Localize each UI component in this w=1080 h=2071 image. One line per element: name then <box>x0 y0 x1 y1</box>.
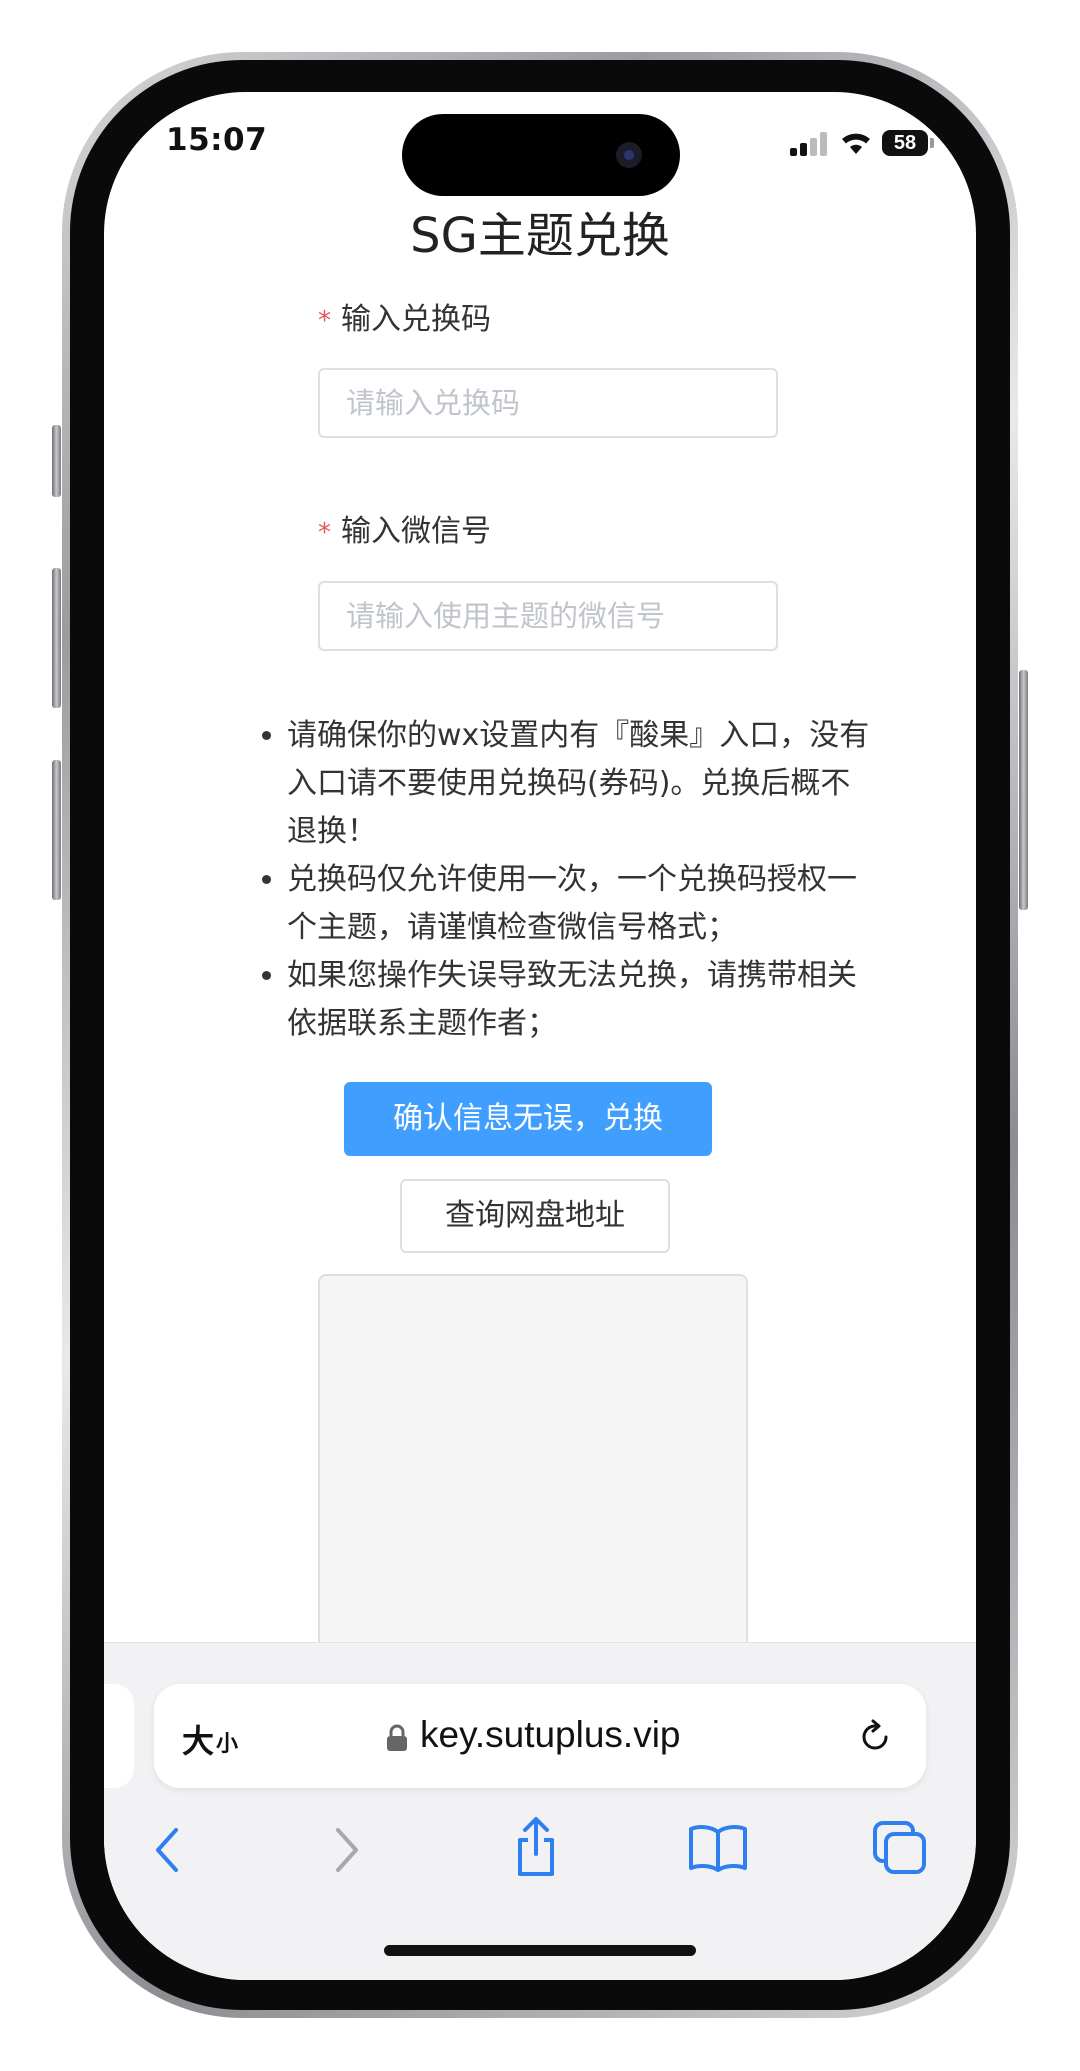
code-label: * 输入兑换码 <box>318 294 491 338</box>
notice-item: 如果您操作失误导致无法兑换，请携带相关依据联系主题作者； <box>287 952 872 1048</box>
battery-icon: 58 <box>882 130 928 156</box>
notice-list: 请确保你的wx设置内有『酸果』入口，没有入口请不要使用兑换码(券码)。兑换后概不… <box>252 712 872 1048</box>
front-camera <box>616 142 642 168</box>
code-input[interactable]: 请输入兑换码 <box>318 368 778 438</box>
wechat-input[interactable]: 请输入使用主题的微信号 <box>318 581 778 651</box>
tabs-icon[interactable] <box>872 1820 928 1876</box>
power-button <box>1019 670 1028 910</box>
share-icon[interactable] <box>512 1816 560 1878</box>
notice-item: 兑换码仅允许使用一次，一个兑换码授权一个主题，请谨慎检查微信号格式； <box>287 856 872 952</box>
result-preview-box <box>318 1274 748 1694</box>
phone-screen: 15:07 58 SG主题兑换 * 输入兑换码 请输入兑换码 * 输入微信号 请输入… <box>104 92 976 1980</box>
volume-up-button <box>52 568 61 708</box>
wifi-icon <box>842 133 870 154</box>
forward-icon[interactable] <box>330 1826 362 1874</box>
code-label-text: 输入兑换码 <box>341 302 491 337</box>
required-mark: * <box>318 306 331 336</box>
confirm-redeem-button[interactable]: 确认信息无误，兑换 <box>344 1082 712 1156</box>
wechat-label: * 输入微信号 <box>318 506 491 550</box>
home-indicator[interactable] <box>384 1945 696 1956</box>
notice-item: 请确保你的wx设置内有『酸果』入口，没有入口请不要使用兑换码(券码)。兑换后概不… <box>287 712 872 856</box>
previous-tab-peek[interactable] <box>104 1684 134 1788</box>
cellular-signal-icon <box>790 132 828 156</box>
status-time: 15:07 <box>166 122 268 158</box>
reload-icon[interactable] <box>856 1718 894 1756</box>
text-size-button-small: 小 <box>216 1732 239 1757</box>
battery-nub <box>930 138 934 148</box>
query-disk-button[interactable]: 查询网盘地址 <box>400 1179 670 1253</box>
wechat-input-placeholder: 请输入使用主题的微信号 <box>346 599 666 633</box>
code-input-placeholder: 请输入兑换码 <box>346 386 521 420</box>
wechat-label-text: 输入微信号 <box>341 514 491 549</box>
url-text[interactable]: key.sutuplus.vip <box>420 1714 681 1756</box>
back-icon[interactable] <box>152 1826 184 1874</box>
required-mark: * <box>318 518 331 548</box>
action-button <box>52 425 61 497</box>
page-title: SG主题兑换 <box>410 208 670 264</box>
text-size-button[interactable]: 大 <box>182 1716 214 1762</box>
lock-icon <box>387 1724 407 1751</box>
bookmarks-icon[interactable] <box>688 1824 748 1872</box>
volume-down-button <box>52 760 61 900</box>
